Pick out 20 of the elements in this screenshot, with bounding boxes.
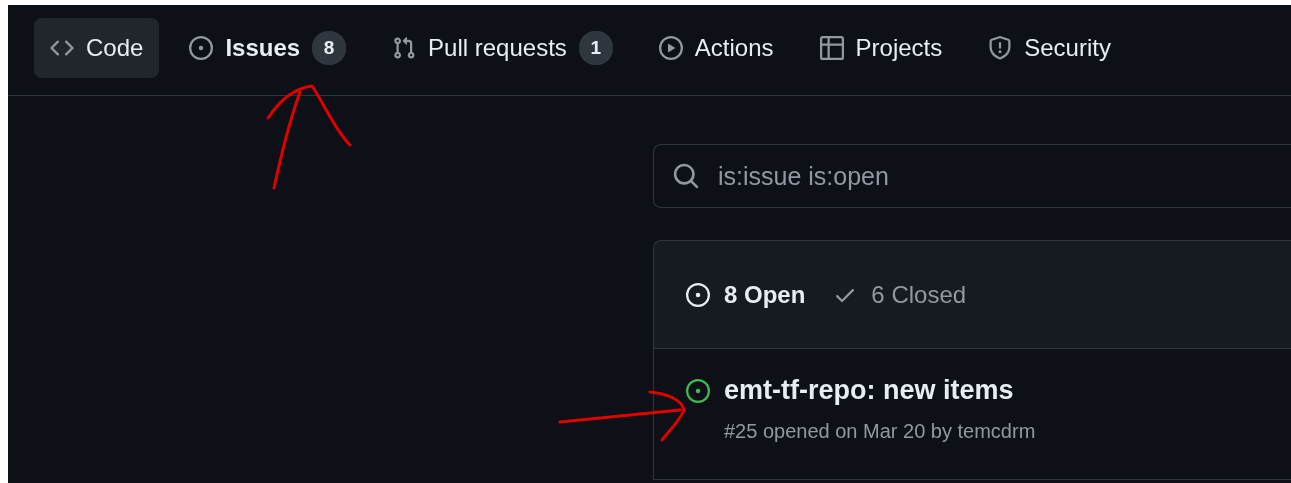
table-icon [819, 36, 844, 60]
state-filter[interactable]: 6 Closed [833, 280, 967, 309]
search-icon [672, 162, 700, 190]
issue-icon [189, 36, 214, 60]
nav-tab[interactable]: Projects [803, 18, 959, 78]
search-field[interactable]: is:issue is:open [653, 144, 1291, 208]
play-icon [658, 36, 683, 60]
pull-request-icon [392, 36, 417, 60]
count-badge: 8 [312, 31, 347, 65]
nav-tab[interactable]: Code [34, 18, 160, 78]
shield-icon [988, 36, 1013, 60]
state-filter[interactable]: 8 Open [686, 280, 806, 309]
nav-tab[interactable]: Issues 8 [173, 18, 363, 78]
nav-tab[interactable]: Security [972, 18, 1127, 78]
issue-icon [686, 282, 710, 307]
issue-title[interactable]: emt-tf-repo: new items [724, 375, 1036, 406]
count-badge: 1 [578, 31, 613, 65]
nav-tab[interactable]: Actions [642, 18, 790, 78]
nav-tab[interactable]: Pull requests 1 [376, 18, 629, 78]
issue-meta: #25 opened on Mar 20 by temcdrm [724, 420, 1036, 443]
